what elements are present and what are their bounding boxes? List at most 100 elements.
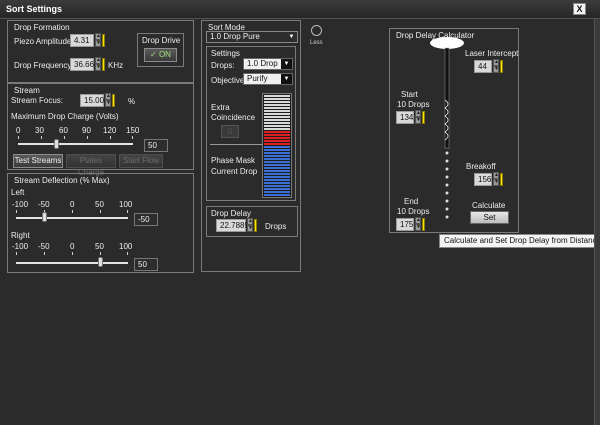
less-toggle-icon[interactable] bbox=[311, 25, 322, 36]
charge-tick-150: 150 bbox=[126, 126, 140, 135]
chevron-down-icon: ▼ bbox=[281, 59, 292, 69]
charge-tick-120: 120 bbox=[103, 126, 117, 135]
meter-segment bbox=[264, 137, 290, 139]
charge-value-field[interactable]: 50 bbox=[144, 139, 168, 152]
laser-intercept-input[interactable]: 44 bbox=[474, 60, 492, 73]
extra-coincidence-value[interactable]: 0 bbox=[221, 125, 239, 138]
charge-tick-90: 90 bbox=[82, 126, 91, 135]
charge-tick-0: 0 bbox=[16, 126, 21, 135]
meter-segment bbox=[264, 161, 290, 163]
stream-focus-stepper[interactable]: ▲ ▼ bbox=[105, 93, 111, 108]
meter-segment bbox=[264, 122, 290, 124]
left-deflection-track[interactable] bbox=[16, 217, 128, 219]
stream-focus-input[interactable]: 15.00 bbox=[80, 94, 104, 107]
meter-segment bbox=[264, 173, 290, 175]
charge-tick-30: 30 bbox=[35, 126, 44, 135]
drops-value: 1.0 Drop bbox=[247, 59, 278, 68]
left-tick-50: 50 bbox=[95, 200, 104, 209]
breakoff-indicator bbox=[500, 173, 503, 186]
meter-segment bbox=[264, 125, 290, 127]
laser-intercept-stepper[interactable]: ▲ ▼ bbox=[493, 59, 499, 74]
drop-frequency-stepper[interactable]: ▲ ▼ bbox=[95, 57, 101, 72]
drop-drive-title: Drop Drive bbox=[142, 36, 181, 45]
charge-slider-track[interactable] bbox=[18, 143, 133, 145]
drop-delay-input[interactable]: 22.7889 bbox=[216, 219, 249, 232]
charge-tick-60: 60 bbox=[59, 126, 68, 135]
right-tick-50: 50 bbox=[95, 242, 104, 251]
piezo-amplitude-input[interactable]: 4.31 bbox=[70, 34, 94, 47]
right-tick-neg50: -50 bbox=[38, 242, 50, 251]
current-drop-label: Current Drop bbox=[211, 167, 258, 176]
stream-focus-label: Stream Focus: bbox=[11, 96, 64, 105]
plates-charge-button[interactable]: Plates Charge bbox=[66, 154, 116, 177]
meter-segment bbox=[264, 104, 290, 106]
meter-segment bbox=[264, 176, 290, 178]
piezo-amplitude-stepper[interactable]: ▲ ▼ bbox=[95, 33, 101, 48]
stream-focus-unit: % bbox=[128, 97, 136, 106]
max-drop-charge-label: Maximum Drop Charge (Volts) bbox=[11, 112, 119, 121]
meter-segment bbox=[264, 143, 290, 145]
meter-segment bbox=[264, 170, 290, 172]
coincidence-label: Coincidence bbox=[211, 113, 256, 122]
sort-mode-select[interactable]: 1.0 Drop Pure ▼ bbox=[206, 31, 298, 43]
left-deflection-thumb[interactable] bbox=[42, 212, 47, 222]
right-deflection-thumb[interactable] bbox=[98, 257, 103, 267]
start-indicator bbox=[422, 111, 425, 124]
breakoff-stepper[interactable]: ▲ ▼ bbox=[493, 172, 499, 187]
drop-frequency-indicator bbox=[102, 58, 105, 71]
meter-segment bbox=[264, 152, 290, 154]
meter-segment bbox=[264, 149, 290, 151]
start-sub-label: 10 Drops bbox=[397, 100, 430, 109]
start-flow-button[interactable]: Start Flow bbox=[119, 154, 163, 168]
left-tick-neg50: -50 bbox=[38, 200, 50, 209]
objective-value: Purify bbox=[247, 74, 268, 83]
test-streams-button[interactable]: Test Streams bbox=[13, 154, 63, 168]
meter-segment bbox=[264, 116, 290, 118]
window-titlebar: Sort Settings X bbox=[0, 0, 600, 19]
phase-mask-label: Phase Mask bbox=[211, 156, 256, 165]
window-right-edge bbox=[594, 19, 600, 425]
less-label[interactable]: Less bbox=[310, 40, 323, 46]
drop-delay-stepper[interactable]: ▲ ▼ bbox=[247, 218, 253, 233]
settings-title: Settings bbox=[211, 49, 240, 58]
start-stepper[interactable]: ▲ ▼ bbox=[415, 110, 421, 125]
drop-frequency-input[interactable]: 36.66 bbox=[70, 58, 94, 71]
chevron-down-icon: ▼ bbox=[286, 32, 297, 42]
breakoff-input[interactable]: 156 bbox=[474, 173, 492, 186]
start-input[interactable]: 134 bbox=[396, 111, 414, 124]
objective-select[interactable]: Purify ▼ bbox=[243, 73, 293, 85]
set-button[interactable]: Set bbox=[470, 211, 509, 224]
sort-mode-value: 1.0 Drop Pure bbox=[210, 32, 260, 41]
meter-segment bbox=[264, 167, 290, 169]
charge-slider-thumb[interactable] bbox=[54, 139, 59, 149]
right-deflection-track[interactable] bbox=[16, 262, 128, 264]
calculate-label: Calculate bbox=[472, 201, 506, 210]
end-stepper[interactable]: ▲ ▼ bbox=[415, 217, 421, 232]
close-button[interactable]: X bbox=[573, 3, 586, 15]
meter-segment bbox=[264, 194, 290, 196]
drop-delay-title: Drop Delay bbox=[211, 209, 252, 218]
end-input[interactable]: 175 bbox=[396, 218, 414, 231]
laser-intercept-label: Laser Intercept bbox=[465, 49, 519, 58]
drop-formation-title: Drop Formation bbox=[14, 23, 70, 32]
meter-segment bbox=[264, 188, 290, 190]
laser-intercept-indicator bbox=[500, 60, 503, 73]
meter-segment bbox=[264, 95, 290, 97]
window-title: Sort Settings bbox=[6, 4, 63, 14]
meter-segment bbox=[264, 119, 290, 121]
drop-frequency-unit: KHz bbox=[108, 61, 124, 70]
drops-select[interactable]: 1.0 Drop ▼ bbox=[243, 58, 293, 70]
meter-segment bbox=[264, 179, 290, 181]
drop-drive-on-button[interactable]: ✓ ON bbox=[144, 48, 177, 62]
meter-segment bbox=[264, 128, 290, 130]
drop-delay-indicator bbox=[254, 219, 257, 232]
meter-segment bbox=[264, 110, 290, 112]
meter-segment bbox=[264, 164, 290, 166]
stream-drop-diagram bbox=[430, 37, 464, 219]
left-slider-ticks bbox=[16, 210, 128, 214]
left-deflection-value[interactable]: -50 bbox=[134, 213, 158, 226]
end-indicator bbox=[422, 218, 425, 231]
right-deflection-value[interactable]: 50 bbox=[134, 258, 158, 271]
drop-frequency-label: Drop Frequency: bbox=[14, 61, 74, 70]
left-deflection-label: Left bbox=[11, 188, 25, 197]
